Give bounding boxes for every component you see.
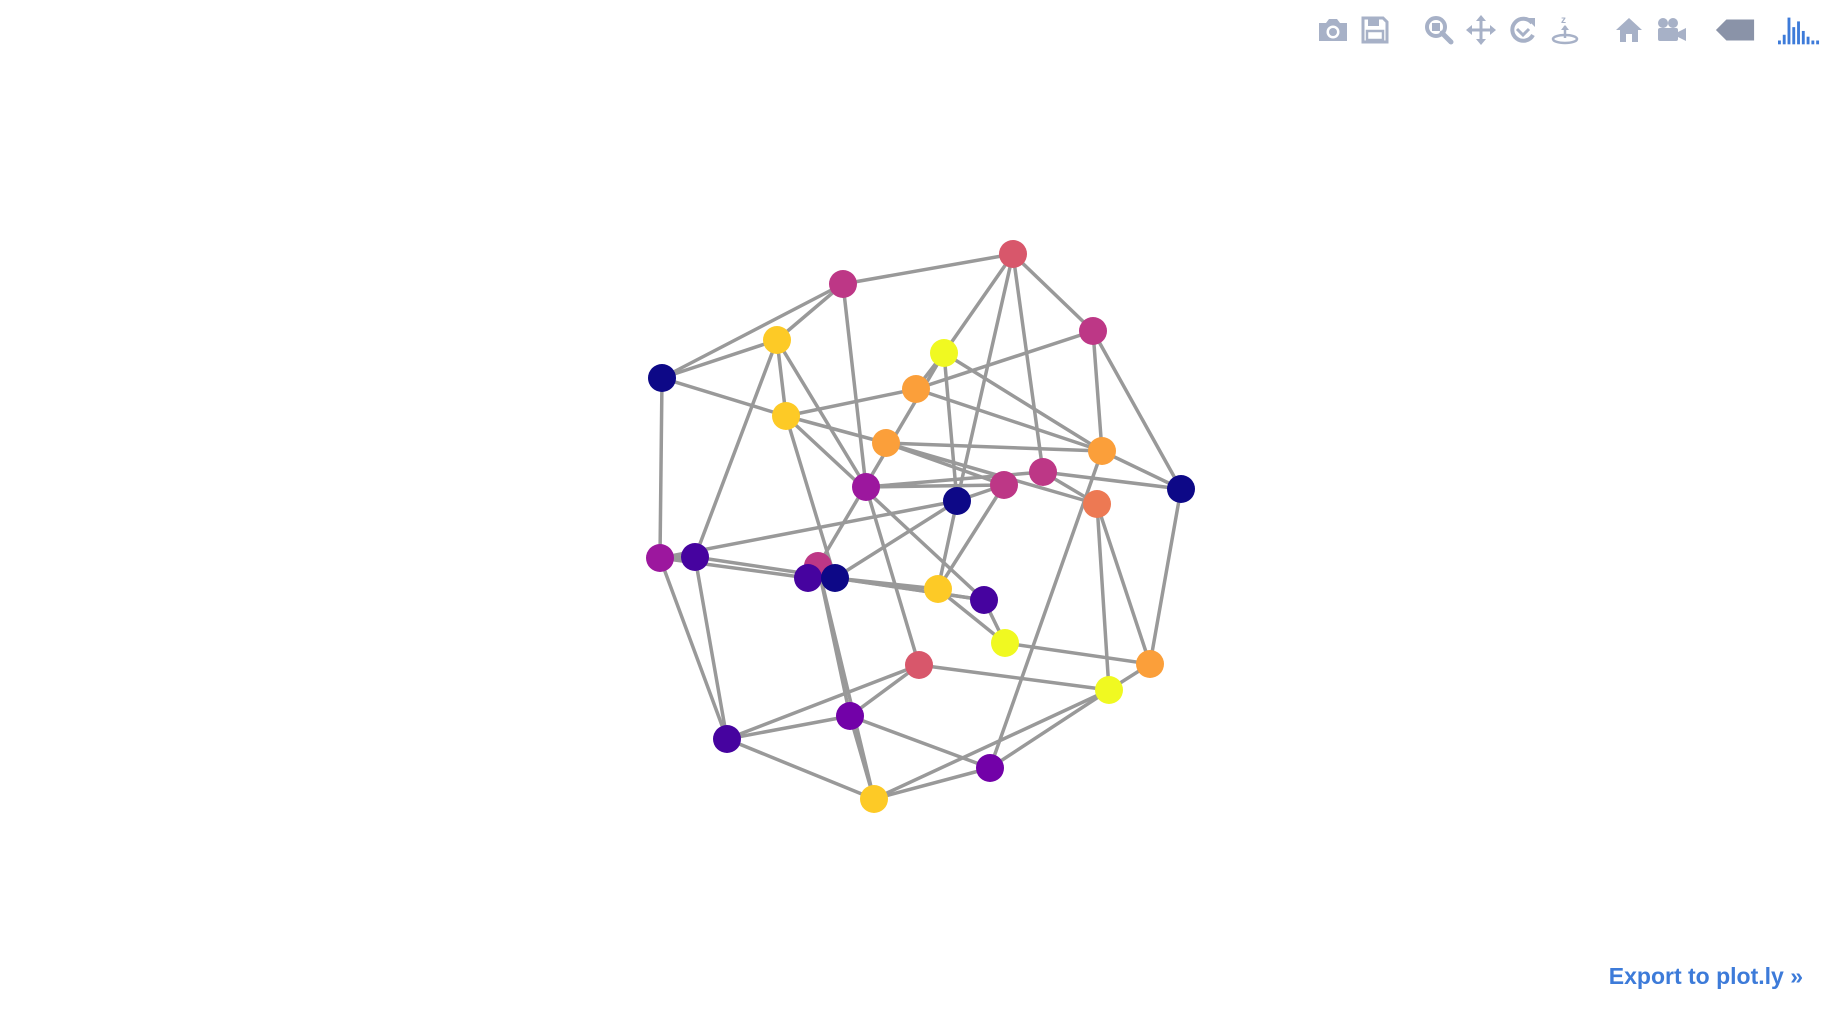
graph-node[interactable]: [836, 702, 864, 730]
graph-node[interactable]: [794, 564, 822, 592]
graph-edge: [658, 376, 664, 560]
modebar-group-camera: [1608, 10, 1692, 50]
tag-icon: [1715, 19, 1755, 41]
turntable-rotate-icon: z: [1551, 15, 1579, 45]
camera-icon: [1319, 19, 1347, 41]
graph-edge: [784, 387, 918, 418]
graph-node[interactable]: [1083, 490, 1111, 518]
graph-node[interactable]: [681, 543, 709, 571]
graph-node[interactable]: [990, 471, 1018, 499]
floppy-disk-icon: [1361, 16, 1389, 44]
turntable-rotation-button[interactable]: z: [1544, 10, 1586, 50]
graph-edge: [988, 688, 1111, 770]
graph-node[interactable]: [648, 364, 676, 392]
graph-edge: [914, 387, 1104, 453]
graph-edge: [942, 351, 1104, 453]
graph-node[interactable]: [1167, 475, 1195, 503]
graph-node[interactable]: [943, 487, 971, 515]
graph-edge: [841, 252, 1015, 286]
plotly-bars-logo-icon: [1778, 17, 1820, 45]
graph-edge: [864, 483, 1006, 489]
graph-edge: [1091, 329, 1104, 453]
modebar-group-drag: z: [1418, 10, 1586, 50]
modebar-group-logo: [1778, 10, 1820, 50]
graph-edge: [872, 688, 1111, 801]
graph-edge: [917, 663, 1111, 692]
graph-edge: [660, 338, 779, 380]
graph-node[interactable]: [821, 564, 849, 592]
graph-edge: [1011, 252, 1095, 333]
graph-node[interactable]: [1029, 458, 1057, 486]
graph-node[interactable]: [860, 785, 888, 813]
3d-scene[interactable]: [0, 0, 1838, 1020]
graph-node[interactable]: [1095, 676, 1123, 704]
download-plot-button[interactable]: [1312, 10, 1354, 50]
plotly-logo-button[interactable]: [1778, 10, 1820, 50]
graph-node[interactable]: [970, 586, 998, 614]
graph-edge: [848, 714, 992, 770]
pan-button[interactable]: [1460, 10, 1502, 50]
export-to-plotly-link[interactable]: Export to plot.ly »: [1609, 963, 1803, 990]
graph-node[interactable]: [763, 326, 791, 354]
graph-edge: [693, 555, 729, 741]
graph-node[interactable]: [905, 651, 933, 679]
graph-node[interactable]: [902, 375, 930, 403]
graph-edge: [1148, 487, 1183, 666]
graph-node[interactable]: [713, 725, 741, 753]
graph-node[interactable]: [772, 402, 800, 430]
pan-icon: [1466, 15, 1496, 45]
modebar-group-hover: [1714, 10, 1756, 50]
graph-node[interactable]: [930, 339, 958, 367]
reset-camera-default-button[interactable]: [1608, 10, 1650, 50]
zoom-button[interactable]: [1418, 10, 1460, 50]
graph-edge: [884, 441, 1104, 453]
zoom-icon: [1425, 16, 1454, 45]
graph-node[interactable]: [646, 544, 674, 572]
graph-nodes: [646, 240, 1195, 813]
graph-node[interactable]: [829, 270, 857, 298]
graph-node[interactable]: [1136, 650, 1164, 678]
graph-edge: [660, 282, 845, 380]
graph-node[interactable]: [1088, 437, 1116, 465]
graph-edge: [658, 556, 729, 741]
plot-container: z Export to plot.ly »: [0, 0, 1838, 1020]
graph-node[interactable]: [999, 240, 1027, 268]
graph-edge: [660, 376, 788, 418]
graph-node[interactable]: [924, 575, 952, 603]
orbit-rotate-icon: [1510, 16, 1535, 43]
graph-edge: [1011, 252, 1045, 474]
save-to-cloud-button[interactable]: [1354, 10, 1396, 50]
graph-edge: [725, 663, 921, 741]
graph-node[interactable]: [991, 629, 1019, 657]
graph-node[interactable]: [852, 473, 880, 501]
modebar: z: [1290, 10, 1820, 50]
toggle-hover-button[interactable]: [1714, 10, 1756, 50]
graph-node[interactable]: [1079, 317, 1107, 345]
graph-node[interactable]: [872, 429, 900, 457]
camera-video-icon: [1658, 18, 1686, 41]
svg-text:z: z: [1561, 15, 1566, 26]
modebar-group-export: [1312, 10, 1396, 50]
graph-edge: [725, 737, 876, 801]
graph-node[interactable]: [976, 754, 1004, 782]
graph-edge: [725, 714, 852, 741]
reset-camera-last-save-button[interactable]: [1650, 10, 1692, 50]
home-icon: [1616, 18, 1642, 42]
graph-edge: [693, 338, 779, 559]
graph-edge: [1091, 329, 1183, 491]
orbit-rotation-button[interactable]: [1502, 10, 1544, 50]
